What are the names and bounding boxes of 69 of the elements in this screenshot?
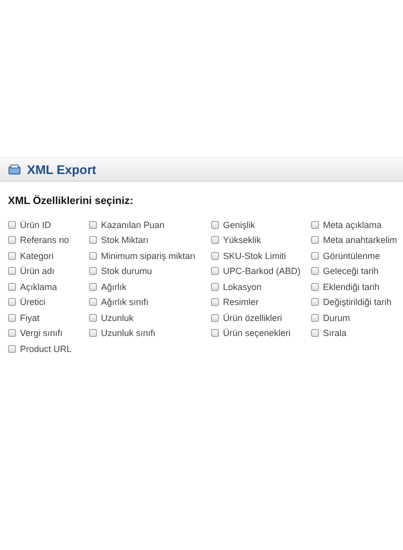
checkbox[interactable]: [211, 282, 219, 291]
checkbox-label: SKU-Stok Limiti: [223, 250, 286, 261]
checkbox-label: Uzunluk: [101, 312, 134, 323]
checkbox-label: Referans no: [20, 235, 70, 246]
export-icon: [8, 164, 21, 175]
checkbox[interactable]: [311, 282, 319, 291]
checkbox-label: UPC-Barkod (ABD): [223, 266, 301, 276]
checkbox-label: Meta açıklama: [323, 220, 382, 230]
checkbox[interactable]: [211, 267, 219, 276]
checkbox[interactable]: [211, 298, 219, 306]
checkbox-label: Minimum sipariş miktarı: [101, 250, 196, 261]
checkbox-label: Fiyat: [20, 312, 40, 323]
checkbox[interactable]: [211, 329, 219, 338]
checkbox-label: Değiştirildiği tarih: [323, 297, 392, 308]
checkbox-label: Product URL: [20, 344, 72, 354]
checkbox-label: Görüntülenme: [323, 250, 380, 261]
checkbox[interactable]: [89, 252, 97, 260]
checkbox[interactable]: [311, 252, 319, 260]
checkbox-label: Meta anahtarkelim: [323, 235, 398, 246]
checkbox-label: Lokasyon: [223, 282, 262, 292]
checkbox[interactable]: [311, 329, 319, 338]
checkbox[interactable]: [8, 344, 16, 353]
checkbox[interactable]: [89, 329, 97, 338]
checkbox[interactable]: [311, 220, 319, 229]
checkbox-label: Ağırlık sınıfı: [101, 297, 149, 308]
checkbox[interactable]: [8, 298, 16, 306]
checkbox-label: Eklendiği tarih: [323, 282, 380, 292]
checkbox-label: Üretici: [20, 297, 46, 308]
checkbox-label: Uzunluk sınıfı: [101, 328, 156, 338]
checkbox[interactable]: [89, 267, 97, 276]
checkbox-label: Stok Miktarı: [101, 235, 149, 246]
checkbox[interactable]: [211, 220, 219, 229]
checkbox-label: Durum: [323, 312, 350, 323]
checkbox[interactable]: [8, 236, 16, 244]
panel-title: XML Export: [27, 162, 96, 176]
checkbox[interactable]: [211, 252, 219, 260]
checkbox-label: Yükseklik: [223, 235, 262, 246]
checkbox-label: Ürün özellikleri: [223, 312, 282, 323]
checkbox[interactable]: [8, 267, 16, 276]
checkbox[interactable]: [8, 220, 16, 229]
checkbox-label: Kazanılan Puan: [101, 220, 165, 230]
checkbox[interactable]: [89, 298, 97, 306]
checkbox-label: Vergi sınıfı: [20, 328, 63, 338]
checkbox[interactable]: [89, 220, 97, 229]
checkbox[interactable]: [8, 252, 16, 260]
checkbox-label: Sırala: [323, 328, 347, 338]
checkbox[interactable]: [311, 267, 319, 276]
checkbox[interactable]: [89, 236, 97, 244]
checkbox[interactable]: [89, 282, 97, 291]
checkbox[interactable]: [311, 314, 319, 322]
checkbox[interactable]: [8, 282, 16, 291]
checkbox-label: Genişlik: [223, 220, 256, 230]
checkbox[interactable]: [211, 314, 219, 322]
checkbox[interactable]: [311, 298, 319, 306]
checkbox-label: Açıklama: [20, 282, 58, 292]
checkbox-label: Ürün seçenekleri: [223, 328, 291, 338]
checkbox-label: Kategori: [20, 250, 54, 261]
checkbox[interactable]: [8, 329, 16, 338]
checkbox-label: Ürün adı: [20, 266, 55, 276]
checkbox[interactable]: [89, 314, 97, 322]
checkbox-label: Ağırlık: [101, 282, 127, 292]
checkbox-label: Stok durumu: [101, 266, 152, 276]
checkbox[interactable]: [211, 236, 219, 244]
checkbox[interactable]: [8, 314, 16, 322]
checkbox[interactable]: [311, 236, 319, 244]
checkbox-label: Resimler: [223, 297, 259, 308]
section-title: XML Özelliklerini seçiniz:: [8, 195, 134, 207]
checkbox-label: Ürün ID: [20, 220, 52, 230]
checkbox-label: Geleceği tarih: [323, 266, 379, 276]
